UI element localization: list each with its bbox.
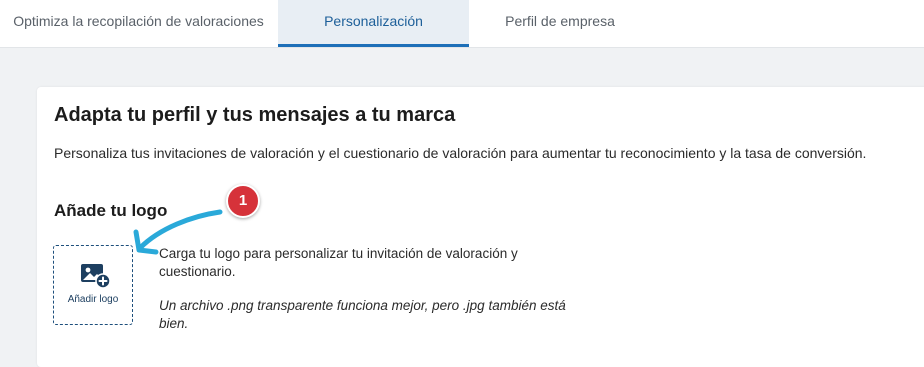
add-logo-button[interactable]: Añadir logo (53, 245, 133, 325)
add-image-icon (81, 264, 111, 289)
page-description: Personaliza tus invitaciones de valoraci… (54, 145, 867, 161)
add-logo-label: Añadir logo (67, 294, 119, 305)
logo-format-hint: Un archivo .png transparente funciona me… (159, 298, 566, 331)
page-title: Adapta tu perfil y tus mensajes a tu mar… (54, 104, 456, 126)
tab-perfil-empresa[interactable]: Perfil de empresa (470, 0, 650, 47)
tab-personalizacion[interactable]: Personalización (278, 0, 469, 47)
annotation-arrow-icon (133, 209, 223, 255)
step-marker-badge: 1 (226, 184, 260, 218)
tab-bar: Optimiza la recopilación de valoraciones… (0, 0, 924, 48)
tab-optimiza[interactable]: Optimiza la recopilación de valoraciones (0, 0, 277, 47)
